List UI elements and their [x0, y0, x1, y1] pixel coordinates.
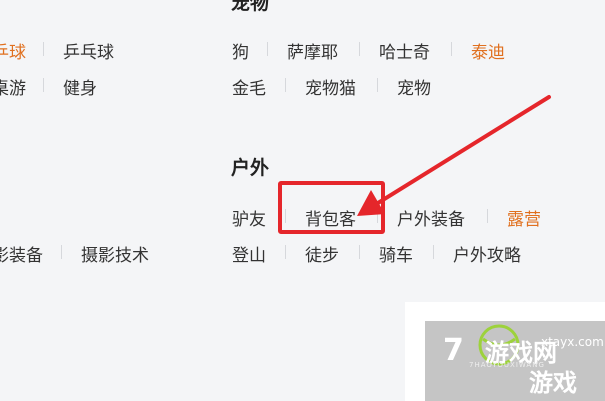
watermark-url: xtayx.com	[541, 335, 604, 349]
watermark-logo: 7 游戏网 xtayx.com 7HAOYOUXIWANG 游戏	[425, 321, 605, 401]
arrow-shaft	[376, 95, 551, 205]
watermark-name-bottom: 游戏	[529, 369, 577, 397]
watermark-number: 7	[443, 333, 464, 368]
